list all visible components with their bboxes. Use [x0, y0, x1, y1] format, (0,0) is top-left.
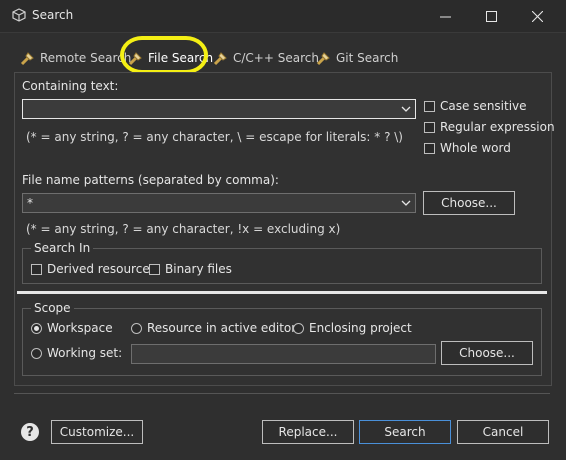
regular-expression-checkbox[interactable]: Regular expression: [424, 120, 555, 134]
customize-button[interactable]: Customize...: [51, 420, 143, 444]
scope-workspace-label: Workspace: [47, 321, 113, 335]
choose-working-set-button[interactable]: Choose...: [441, 341, 533, 365]
checkbox-box[interactable]: [31, 263, 42, 275]
close-icon: [531, 10, 543, 22]
radio-selected-dot: [34, 325, 39, 331]
file-patterns-hint: (* = any string, ? = any character, !x =…: [26, 222, 341, 236]
window-title: Search: [32, 8, 74, 22]
containing-text-input[interactable]: [22, 99, 416, 119]
chevron-down-icon[interactable]: [401, 104, 411, 114]
whole-word-label: Whole word: [440, 141, 511, 155]
search-in-title: Search In: [31, 241, 94, 255]
binary-files-label: Binary files: [165, 262, 232, 276]
scope-active-editor-radio[interactable]: Resource in active editor: [131, 321, 296, 335]
flashlight-icon: [316, 52, 330, 66]
tab-remote-search[interactable]: Remote Search: [20, 47, 131, 69]
flashlight-icon: [213, 52, 227, 66]
replace-button[interactable]: Replace...: [262, 420, 354, 444]
regular-expression-label: Regular expression: [440, 120, 555, 134]
checkbox-box[interactable]: [424, 100, 435, 112]
flashlight-icon: [20, 52, 34, 66]
binary-files-checkbox[interactable]: Binary files: [149, 262, 232, 276]
separator: [17, 291, 547, 294]
choose-patterns-button[interactable]: Choose...: [423, 191, 515, 215]
tab-git-search[interactable]: Git Search: [316, 47, 398, 69]
file-patterns-label: File name patterns (separated by comma):: [22, 173, 279, 187]
tab-cpp-search-label: C/C++ Search: [233, 51, 319, 65]
minimize-icon: [439, 16, 451, 17]
whole-word-checkbox[interactable]: Whole word: [424, 141, 511, 155]
tab-remote-search-label: Remote Search: [40, 51, 132, 65]
radio-button[interactable]: [293, 322, 304, 334]
close-button[interactable]: [514, 0, 560, 32]
checkbox-box[interactable]: [149, 263, 160, 275]
scope-working-set-label: Working set:: [47, 346, 123, 360]
tab-git-search-label: Git Search: [336, 51, 399, 65]
app-cube-icon: [12, 8, 26, 22]
case-sensitive-label: Case sensitive: [440, 99, 527, 113]
cancel-button[interactable]: Cancel: [457, 420, 549, 444]
maximize-icon: [485, 10, 497, 22]
file-patterns-value: *: [27, 196, 33, 210]
containing-text-hint: (* = any string, ? = any character, \ = …: [26, 130, 403, 144]
containing-text-label: Containing text:: [22, 79, 119, 93]
scope-enclosing-project-radio[interactable]: Enclosing project: [293, 321, 412, 335]
checkbox-box[interactable]: [424, 142, 435, 154]
scope-enclosing-project-label: Enclosing project: [309, 321, 412, 335]
radio-button[interactable]: [31, 347, 42, 359]
scope-active-editor-label: Resource in active editor: [147, 321, 297, 335]
derived-resources-label: Derived resources: [47, 262, 156, 276]
chevron-down-icon[interactable]: [401, 198, 411, 208]
checkbox-box[interactable]: [424, 121, 435, 133]
tab-cpp-search[interactable]: C/C++ Search: [213, 47, 319, 69]
maximize-button[interactable]: [468, 0, 514, 32]
highlight-annotation: [120, 36, 208, 74]
derived-resources-checkbox[interactable]: Derived resources: [31, 262, 156, 276]
scope-workspace-radio[interactable]: Workspace: [31, 321, 113, 335]
working-set-field[interactable]: [131, 344, 436, 364]
footer-separator: [14, 393, 550, 394]
help-icon[interactable]: ?: [21, 423, 39, 441]
file-patterns-input[interactable]: *: [22, 193, 416, 213]
scope-title: Scope: [31, 301, 74, 315]
radio-button[interactable]: [31, 322, 42, 334]
scope-working-set-radio[interactable]: Working set:: [31, 346, 122, 360]
search-button[interactable]: Search: [359, 420, 451, 444]
minimize-button[interactable]: [422, 0, 468, 32]
radio-button[interactable]: [131, 322, 142, 334]
case-sensitive-checkbox[interactable]: Case sensitive: [424, 99, 527, 113]
